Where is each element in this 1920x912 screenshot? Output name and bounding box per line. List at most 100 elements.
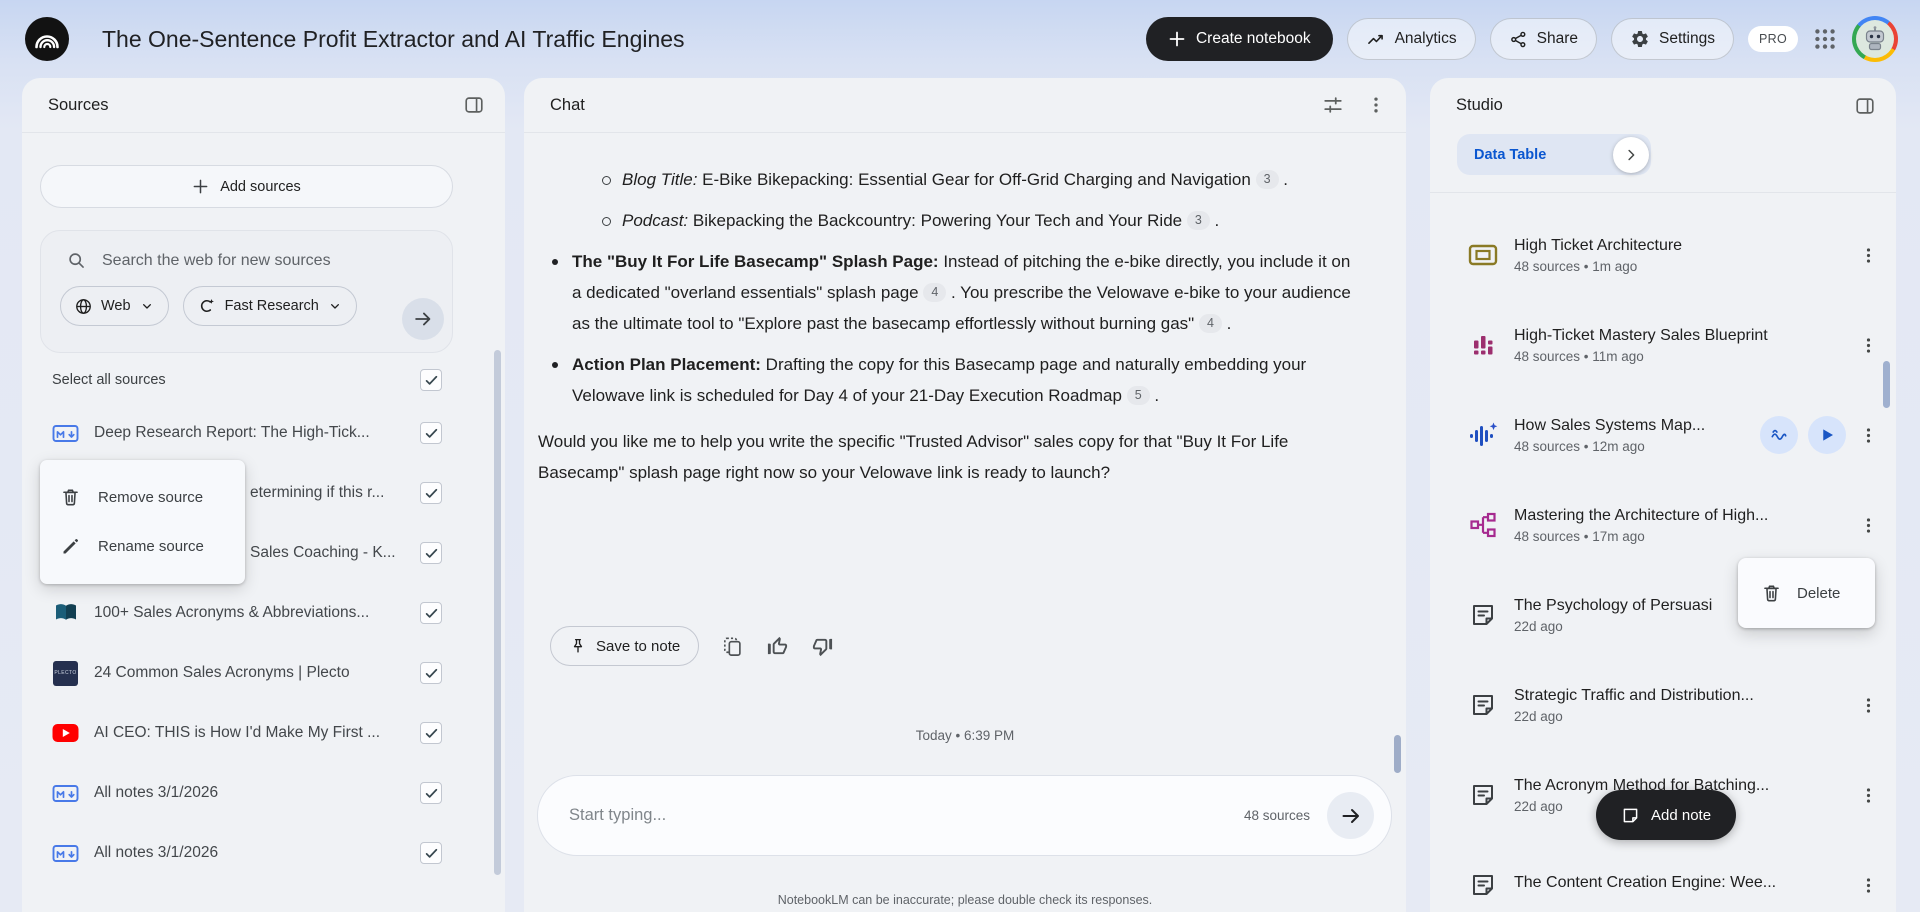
source-checkbox[interactable]: [420, 722, 442, 744]
citation-badge[interactable]: 3: [1255, 170, 1279, 189]
rename-source-menu-item[interactable]: Rename source: [40, 522, 245, 571]
citation-badge[interactable]: 3: [1186, 211, 1210, 230]
chat-input-box[interactable]: Start typing... 48 sources: [537, 775, 1392, 856]
bullet-marker: [552, 362, 558, 368]
pro-badge: PRO: [1748, 26, 1798, 52]
studio-item-more-icon[interactable]: [1854, 336, 1882, 355]
source-list-item[interactable]: PLECTO 24 Common Sales Acronyms | Plecto: [22, 643, 505, 703]
chat-panel: Chat Blog Title: E-Bike Bikepacking: Ess…: [524, 78, 1406, 912]
web-search-card: Search the web for new sources Web Fast …: [40, 230, 453, 353]
collapse-panel-icon[interactable]: [463, 94, 485, 116]
studio-item-more-icon[interactable]: [1854, 516, 1882, 535]
rename-source-label: Rename source: [98, 538, 204, 555]
user-avatar[interactable]: [1852, 16, 1898, 62]
studio-list-item[interactable]: How Sales Systems Map... 48 sources • 12…: [1430, 390, 1896, 480]
pencil-icon: [60, 536, 81, 557]
copy-response-icon[interactable]: [721, 635, 744, 658]
share-icon: [1509, 30, 1528, 49]
studio-scrollbar[interactable]: [1883, 361, 1890, 408]
studio-list-item[interactable]: The Content Creation Engine: Wee...: [1430, 840, 1896, 912]
research-mode-label: Fast Research: [224, 298, 319, 314]
remove-source-label: Remove source: [98, 489, 204, 506]
settings-button[interactable]: Settings: [1610, 18, 1734, 60]
play-audio-button[interactable]: [1808, 416, 1846, 454]
source-checkbox[interactable]: [420, 542, 442, 564]
studio-list-item[interactable]: High-Ticket Mastery Sales Blueprint 48 s…: [1430, 300, 1896, 390]
source-checkbox[interactable]: [420, 422, 442, 444]
interactive-mode-button[interactable]: [1760, 416, 1798, 454]
save-to-note-button[interactable]: Save to note: [550, 626, 700, 666]
chat-bullet: Action Plan Placement: Drafting the copy…: [538, 349, 1358, 411]
apps-grid-icon[interactable]: [1812, 26, 1838, 52]
search-input[interactable]: Search the web for new sources: [41, 231, 452, 271]
studio-item-more-icon[interactable]: [1854, 426, 1882, 445]
collapse-panel-icon[interactable]: [1854, 95, 1876, 117]
plus-icon: [192, 178, 209, 195]
chat-scrollbar[interactable]: [1394, 735, 1401, 773]
studio-item-meta: 48 sources • 12m ago: [1514, 438, 1645, 454]
source-title: Deep Research Report: The High-Tick...: [94, 424, 370, 441]
source-checkbox[interactable]: [420, 602, 442, 624]
add-sources-button[interactable]: Add sources: [40, 165, 453, 208]
studio-list-item[interactable]: Mastering the Architecture of High... 48…: [1430, 480, 1896, 570]
source-checkbox[interactable]: [420, 482, 442, 504]
citation-badge[interactable]: 5: [1126, 386, 1150, 405]
source-checkbox[interactable]: [420, 782, 442, 804]
studio-item-text: Strategic Traffic and Distribution... 22…: [1514, 687, 1854, 724]
share-button[interactable]: Share: [1489, 18, 1597, 60]
app-header: The One-Sentence Profit Extractor and AI…: [0, 0, 1920, 78]
source-checkbox[interactable]: [420, 662, 442, 684]
web-filter-dropdown[interactable]: Web: [60, 286, 169, 326]
notebook-title[interactable]: The One-Sentence Profit Extractor and AI…: [102, 26, 685, 53]
studio-list-item[interactable]: High Ticket Architecture 48 sources • 1m…: [1430, 210, 1896, 300]
send-message-button[interactable]: [1327, 792, 1374, 839]
chat-sub-bullet: Podcast: Bikepacking the Backcountry: Po…: [538, 205, 1330, 236]
citation-badge[interactable]: 4: [1198, 314, 1222, 333]
citation-badge[interactable]: 4: [923, 283, 947, 302]
search-submit-button[interactable]: [402, 298, 444, 340]
notebooklm-logo[interactable]: [24, 16, 70, 62]
add-note-button[interactable]: Add note: [1596, 790, 1737, 840]
source-list-item[interactable]: All notes 3/1/2026: [22, 763, 505, 823]
research-mode-dropdown[interactable]: Fast Research: [182, 286, 357, 326]
note-icon: [1467, 869, 1499, 901]
create-notebook-label: Create notebook: [1195, 30, 1311, 47]
chat-more-options-icon[interactable]: [1366, 95, 1386, 115]
studio-item-title: Strategic Traffic and Distribution...: [1514, 686, 1754, 704]
source-title: 100+ Sales Acronyms & Abbreviations...: [94, 604, 370, 621]
studio-item-title: How Sales Systems Map...: [1514, 416, 1706, 434]
studio-item-more-icon[interactable]: [1854, 696, 1882, 715]
chat-sub-bullet: Blog Title: E-Bike Bikepacking: Essentia…: [538, 164, 1330, 195]
select-all-checkbox[interactable]: [420, 369, 442, 391]
analytics-button[interactable]: Analytics: [1346, 18, 1476, 60]
source-list-item[interactable]: AI CEO: THIS is How I'd Make My First ..…: [22, 703, 505, 763]
markdown-source-icon: [52, 782, 79, 805]
share-label: Share: [1536, 30, 1578, 47]
source-list-item[interactable]: 100+ Sales Acronyms & Abbreviations...: [22, 583, 505, 643]
studio-item-more-icon[interactable]: [1854, 786, 1882, 805]
source-list-item[interactable]: All notes 3/1/2026: [22, 823, 505, 883]
studio-item-more-icon[interactable]: [1854, 876, 1882, 895]
thumbs-down-icon[interactable]: [811, 635, 834, 658]
chat-settings-sliders-icon[interactable]: [1322, 94, 1344, 116]
bullet-marker: [552, 259, 558, 265]
studio-item-text: Mastering the Architecture of High... 48…: [1514, 507, 1854, 544]
create-notebook-button[interactable]: Create notebook: [1145, 17, 1333, 61]
source-checkbox[interactable]: [420, 842, 442, 864]
analytics-label: Analytics: [1394, 30, 1457, 47]
source-list-item[interactable]: Deep Research Report: The High-Tick...: [22, 403, 505, 463]
studio-item-meta: 48 sources • 1m ago: [1514, 258, 1638, 274]
search-filter-row: Web Fast Research: [41, 271, 452, 326]
data-table-chip[interactable]: Data Table: [1457, 147, 1546, 163]
sources-scrollbar[interactable]: [494, 350, 501, 875]
remove-source-menu-item[interactable]: Remove source: [40, 473, 245, 522]
studio-list-item[interactable]: Strategic Traffic and Distribution... 22…: [1430, 660, 1896, 750]
research-sparkle-icon: [197, 296, 217, 316]
studio-item-title: The Content Creation Engine: Wee...: [1514, 874, 1777, 891]
thumbs-up-icon[interactable]: [766, 635, 789, 658]
studio-delete-menu[interactable]: Delete: [1738, 558, 1875, 628]
search-placeholder: Search the web for new sources: [102, 251, 331, 269]
studio-item-more-icon[interactable]: [1854, 246, 1882, 265]
chip-scroll-right-button[interactable]: [1613, 136, 1649, 173]
chat-timestamp: Today • 6:39 PM: [915, 728, 1015, 743]
